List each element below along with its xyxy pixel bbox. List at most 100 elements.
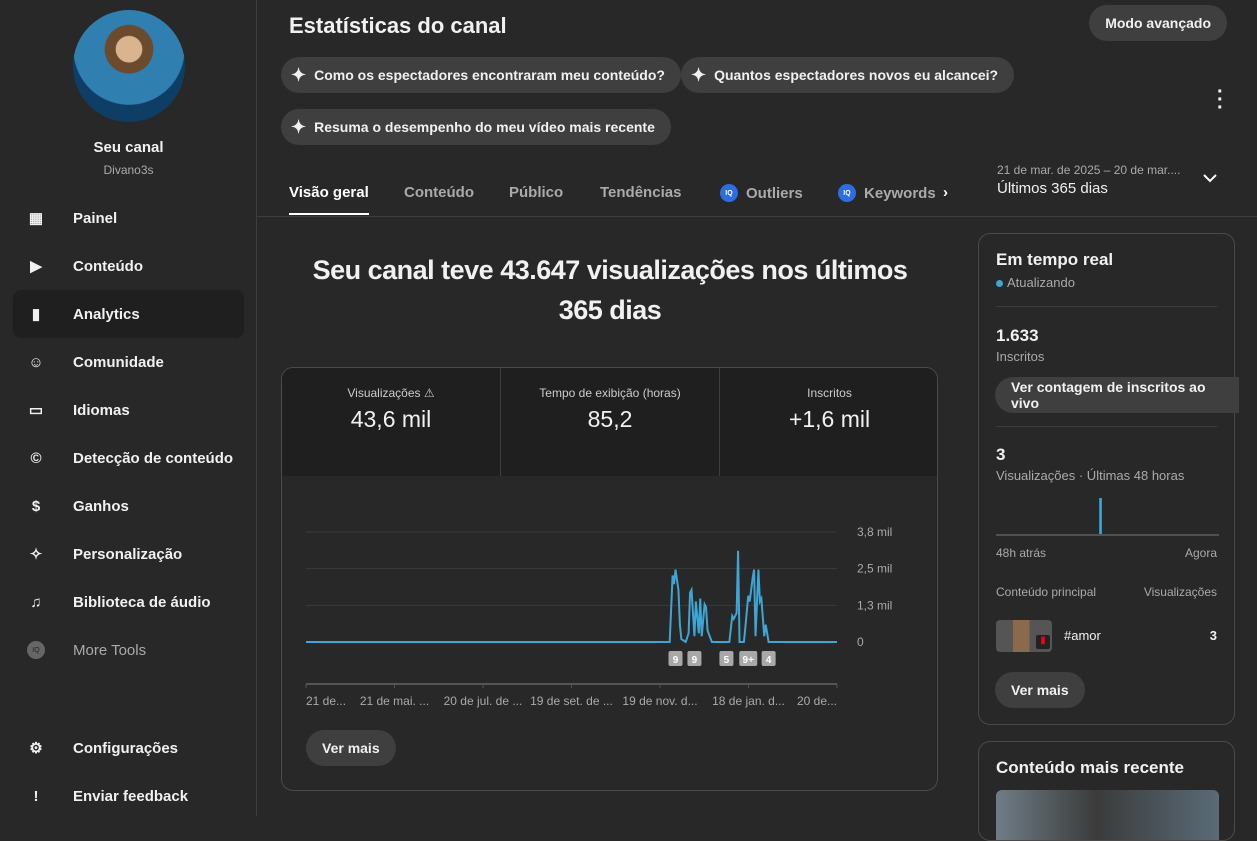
tab-trends[interactable]: Tendências [600,184,681,201]
live-subscriber-count-button[interactable]: Ver contagem de inscritos ao vivo [995,377,1239,413]
sidebar-item-label: Ganhos [73,497,129,515]
views-series-line [306,550,837,644]
metric-tab-views[interactable]: Visualizações ⚠ 43,6 mil [282,368,501,476]
ask-chip-2[interactable]: ✦ Quantos espectadores novos eu alcancei? [681,57,1015,93]
chip-label: Quantos espectadores novos eu alcancei? [714,67,999,83]
x-tick-label: 20 de jul. de ... [444,694,523,708]
sidebar-item-label: Biblioteca de áudio [73,593,211,611]
axis-end-label: Agora [1184,546,1217,560]
sidebar-item-detec-o-de-conte-do[interactable]: © Detecção de conteúdo [13,434,244,482]
metric-value: 43,6 mil [350,406,432,432]
metric-label: Tempo de exibição (horas) [539,386,681,400]
headline: Seu canal teve 43.647 visualizações nos … [312,255,908,325]
video-thumbnail[interactable]: ▮ [996,620,1052,652]
sparkle-icon: ✦ [291,116,307,137]
sidebar-item-label: Configurações [73,739,179,757]
advanced-mode-button[interactable]: Modo avançado [1089,5,1227,41]
chip-label: Como os espectadores encontraram meu con… [314,67,665,83]
subscriber-count: 1.633 [996,326,1039,345]
views-header: Visualizações [1143,585,1217,599]
realtime-views: 3 [996,445,1006,464]
x-tick-label: 21 de... [306,694,346,708]
metric-label: Inscritos [807,386,852,400]
video-marker-label: 4 [766,655,772,666]
y-tick-label: 0 [857,635,864,649]
sidebar-item-label: Painel [73,209,118,227]
x-tick-label: 18 de jan. d... [712,694,785,708]
content-icon: ▶ [30,258,42,275]
ask-chip-1[interactable]: ✦ Como os espectadores encontraram meu co… [281,57,681,93]
audio-library-icon: ♫ [30,593,42,611]
sidebar-item-personaliza-o[interactable]: ✧ Personalização [13,530,244,578]
x-tick-label: 21 de mai. ... [360,694,429,708]
metric-label: Visualizações [347,386,421,400]
subtitles-icon: ▭ [28,402,44,419]
y-tick-label: 3,8 mil [857,525,892,539]
sidebar-item-painel[interactable]: ▦ Painel [13,194,244,242]
chevron-right-icon[interactable]: › [943,184,948,201]
chip-label: Resuma o desempenho do meu vídeo mais re… [314,119,655,135]
sidebar-item-label: Idiomas [73,401,130,419]
realtime-see-more-button[interactable]: Ver mais [995,672,1085,708]
video-marker-label: 5 [724,655,730,666]
tab-outliers[interactable]: IQ Outliers [720,184,803,202]
sidebar-item-analytics[interactable]: ▮ Analytics [13,290,244,338]
chevron-down-icon[interactable] [1202,170,1218,186]
realtime-views-label: Visualizações · Últimas 48 horas [996,468,1185,483]
top-content-header: Conteúdo principal [996,585,1097,599]
tab-label: Visão geral [289,184,369,201]
date-range-label[interactable]: Últimos 365 dias [997,180,1108,197]
sidebar-item-comunidade[interactable]: ☺ Comunidade [13,338,244,386]
views-line-chart[interactable]: 0 1,3 mil 2,5 mil 3,8 mil 21 de... 21 de mai.… [282,508,938,738]
main: Estatísticas do canal Modo avançado ✦ Com… [257,0,1257,841]
video-marker-label: 9 [673,655,679,666]
sidebar-item-biblioteca-de-udio[interactable]: ♫ Biblioteca de áudio [13,578,244,626]
latest-content-card: Conteúdo mais recente [978,741,1235,841]
sidebar-item-more-tools[interactable]: IQ More Tools [13,626,244,674]
y-tick-label: 2,5 mil [857,562,892,576]
realtime-title: Em tempo real [996,250,1114,269]
sidebar-item-conte-do[interactable]: ▶ Conteúdo [13,242,244,290]
x-tick-label: 19 de nov. d... [622,694,697,708]
sidebar-item-label: Detecção de conteúdo [73,449,234,467]
latest-content-title: Conteúdo mais recente [996,758,1184,777]
sidebar-item-label: More Tools [73,641,147,659]
ask-chip-3[interactable]: ✦ Resuma o desempenho do meu vídeo mais r… [281,109,671,145]
analytics-icon: ▮ [31,306,41,323]
realtime-status: Atualizando [996,275,1075,290]
channel-avatar[interactable] [73,10,185,122]
warning-icon[interactable]: ⚠ [424,386,435,400]
sidebar-item-label: Personalização [73,545,183,563]
sidebar-item-ganhos[interactable]: $ Ganhos [13,482,244,530]
vidiq-icon: IQ [838,184,856,202]
sidebar-item-enviar-feedback[interactable]: ! Enviar feedback [13,772,244,820]
copyright-icon: © [30,449,42,467]
sidebar: Seu canal Divano3s ▦ Painel ▶ Conteúdo ▮ Anal… [0,0,257,816]
more-options-icon[interactable]: · · · [1217,82,1224,118]
top-content-title[interactable]: #amor [1064,628,1101,643]
realtime-bar[interactable] [1099,498,1102,534]
tab-keywords[interactable]: IQ Keywords [838,184,936,202]
realtime-bar-chart[interactable] [996,496,1219,536]
sidebar-item-idiomas[interactable]: ▭ Idiomas [13,386,244,434]
tab-overview[interactable]: Visão geral [289,184,369,215]
sidebar-item-label: Conteúdo [73,257,143,275]
metric-value: 85,2 [587,406,633,432]
realtime-card: Em tempo real Atualizando 1.633 Inscrito… [978,233,1239,725]
video-marker-label: 9+ [743,655,755,666]
dollar-icon: $ [31,497,41,515]
status-text: Atualizando [1007,275,1075,290]
metric-tab-watch-time[interactable]: Tempo de exibição (horas) 85,2 [501,368,720,476]
see-more-button[interactable]: Ver mais [306,730,396,766]
tab-audience[interactable]: Público [509,184,563,201]
tab-label: Conteúdo [404,184,474,201]
metric-tab-subscribers[interactable]: Inscritos +1,6 mil [720,368,937,476]
sidebar-item-configura-es[interactable]: ⚙ Configurações [13,724,244,772]
x-tick-label: 19 de set. de ... [530,694,613,708]
date-range-dates[interactable]: 21 de mar. de 2025 – 20 de mar.... [997,163,1180,177]
vidiq-icon: IQ [720,184,738,202]
sparkle-icon: ✦ [291,64,307,85]
tab-content[interactable]: Conteúdo [404,184,474,201]
shorts-icon: ▮ [1036,635,1050,649]
channel-name[interactable]: Seu canal [0,139,257,156]
